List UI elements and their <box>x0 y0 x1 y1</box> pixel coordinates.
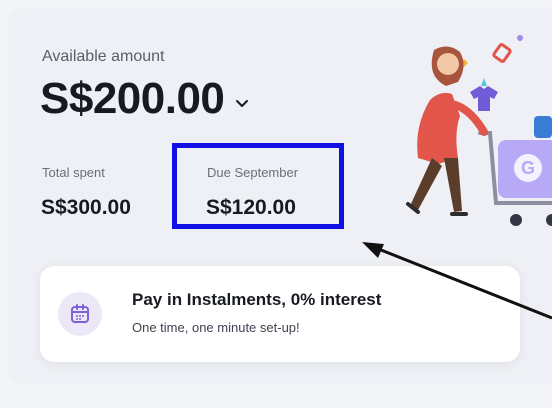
due-highlight-box <box>172 143 344 229</box>
calendar-icon-wrap <box>58 292 102 336</box>
shopping-illustration: G <box>406 35 552 226</box>
cart-logo-letter: G <box>521 158 535 178</box>
available-amount-row[interactable]: S$200.00 <box>40 74 250 124</box>
chevron-down-icon[interactable] <box>234 96 250 112</box>
woman-leg-back <box>410 158 442 210</box>
bag-icon <box>534 116 552 138</box>
promo-subtitle: One time, one minute set-up! <box>132 320 300 335</box>
available-amount-value: S$200.00 <box>40 74 225 123</box>
cart-wheel <box>510 214 522 226</box>
woman-face <box>437 53 459 75</box>
confetti-dot <box>517 35 523 41</box>
calendar-icon <box>71 304 89 323</box>
confetti-box <box>492 43 512 63</box>
cart-wheel <box>546 214 552 226</box>
confetti-triangle <box>481 78 487 86</box>
available-amount-label: Available amount <box>42 48 165 65</box>
promo-title: Pay in Instalments, 0% interest <box>132 290 382 309</box>
total-spent-label: Total spent <box>42 165 105 180</box>
instalments-promo-card[interactable]: Pay in Instalments, 0% interest One time… <box>40 266 520 362</box>
total-spent-value: S$300.00 <box>41 196 131 219</box>
woman-leg-front <box>444 158 462 212</box>
shirt-icon <box>470 86 498 111</box>
